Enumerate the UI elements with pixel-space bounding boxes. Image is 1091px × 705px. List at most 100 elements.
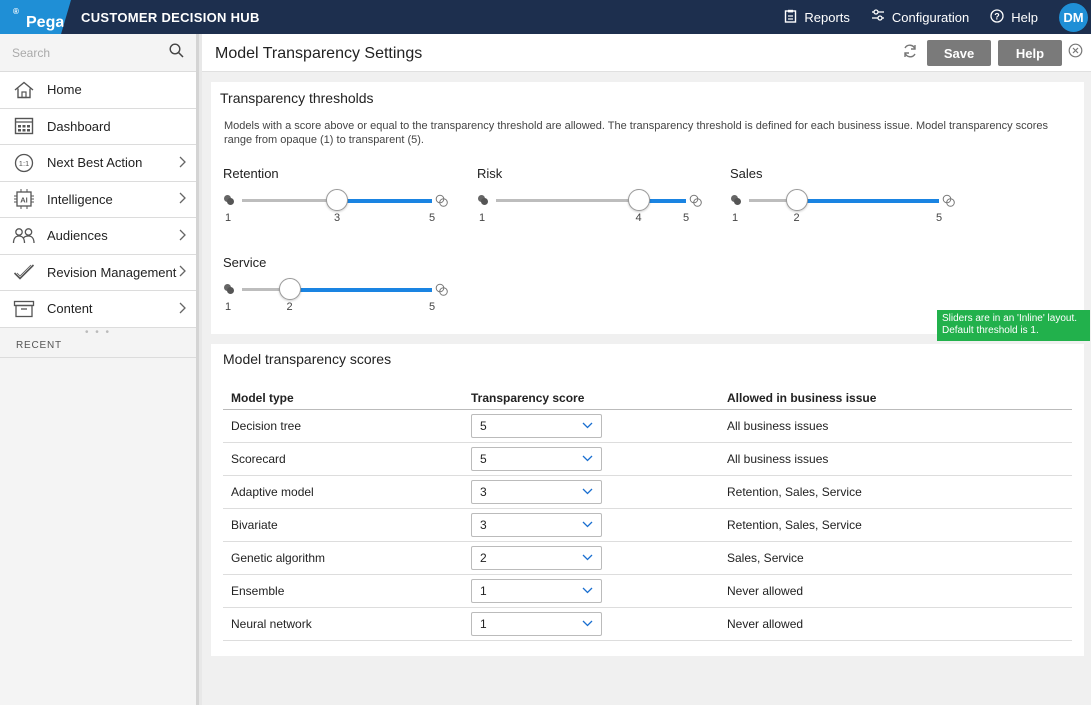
score-dropdown[interactable]: 5 <box>471 446 602 471</box>
nav-reports[interactable]: Reports <box>784 9 850 26</box>
clipboard-icon <box>784 9 797 26</box>
archive-icon <box>12 299 36 319</box>
one-to-one-icon: 1:1 <box>12 153 36 173</box>
score-dropdown-value: 3 <box>480 517 487 532</box>
score-dropdown-value: 2 <box>480 550 487 565</box>
allowed-cell: All business issues <box>719 409 1072 443</box>
search-icon[interactable] <box>169 43 184 62</box>
score-cell: 3 <box>463 508 719 542</box>
slider-retention[interactable]: Retention 1 3 5 <box>223 166 463 226</box>
opaque-icon <box>223 194 235 206</box>
slider-risk[interactable]: Risk 1 4 5 <box>477 166 717 226</box>
svg-text:AI: AI <box>20 196 28 205</box>
slider-sales[interactable]: Sales 1 2 5 <box>730 166 970 226</box>
slider-knob[interactable] <box>785 189 808 211</box>
allowed-cell: Never allowed <box>719 607 1072 641</box>
page-header: Model Transparency Settings Save Help <box>202 34 1091 72</box>
people-icon <box>12 226 36 246</box>
refresh-icon[interactable] <box>902 43 918 64</box>
svg-text:?: ? <box>995 11 1001 21</box>
app-title: CUSTOMER DECISION HUB <box>81 10 260 25</box>
sidebar-item-dashboard[interactable]: Dashboard <box>0 108 196 145</box>
table-row: Neural network 1 Never allowed <box>223 607 1072 641</box>
chevron-right-icon <box>178 301 186 317</box>
chevron-down-icon <box>582 585 593 597</box>
column-header-transparency-score: Transparency score <box>463 387 719 410</box>
score-dropdown-value: 1 <box>480 583 487 598</box>
score-dropdown-value: 3 <box>480 484 487 499</box>
slider-max-label: 5 <box>936 212 943 224</box>
chevron-right-icon <box>178 228 186 244</box>
chevron-down-icon <box>582 618 593 630</box>
sliders-icon <box>871 9 885 25</box>
slider-max-label: 5 <box>429 301 436 313</box>
score-dropdown[interactable]: 1 <box>471 611 602 636</box>
search-input[interactable] <box>12 45 162 60</box>
score-dropdown-value: 5 <box>480 418 487 433</box>
save-button[interactable]: Save <box>927 40 991 66</box>
slider-fill <box>337 199 432 203</box>
sidebar-item-home[interactable]: Home <box>0 72 196 109</box>
model-type-cell: Neural network <box>223 607 463 641</box>
table-row: Scorecard 5 All business issues <box>223 442 1072 476</box>
scores-title: Model transparency scores <box>223 351 392 367</box>
slider-knob[interactable] <box>326 189 348 211</box>
slider-knob[interactable] <box>278 278 301 300</box>
score-dropdown[interactable]: 5 <box>471 413 602 438</box>
score-cell: 2 <box>463 541 719 575</box>
slider-value-label: 2 <box>286 301 293 313</box>
allowed-cell: Sales, Service <box>719 541 1072 575</box>
slider-knob[interactable] <box>627 189 650 211</box>
question-icon: ? <box>990 8 1004 26</box>
recent-section-label: RECENT <box>0 336 196 358</box>
chevron-down-icon <box>582 420 593 432</box>
scores-table: Model type Transparency score Allowed in… <box>223 387 1072 641</box>
chevron-right-icon <box>178 155 186 171</box>
user-avatar[interactable]: DM <box>1059 2 1088 32</box>
transparency-thresholds-section: Transparency thresholds Models with a sc… <box>211 82 1084 334</box>
slider-min-label: 1 <box>479 212 486 224</box>
pega-logo[interactable]: Pega ® <box>0 0 71 34</box>
check-icon <box>12 262 36 282</box>
score-dropdown[interactable]: 3 <box>471 479 602 504</box>
slider-label: Sales <box>730 166 763 181</box>
nav-help[interactable]: ? Help <box>990 8 1038 26</box>
chevron-down-icon <box>582 486 593 498</box>
dashboard-icon <box>12 116 36 136</box>
table-row: Bivariate 3 Retention, Sales, Service <box>223 508 1072 542</box>
score-cell: 1 <box>463 574 719 608</box>
slider-min-label: 1 <box>225 212 232 224</box>
model-type-cell: Adaptive model <box>223 475 463 509</box>
home-icon <box>12 80 36 100</box>
score-dropdown[interactable]: 2 <box>471 545 602 570</box>
slider-service[interactable]: Service 1 2 5 <box>223 255 463 315</box>
allowed-cell: Retention, Sales, Service <box>719 475 1072 509</box>
page-title: Model Transparency Settings <box>215 45 423 62</box>
slider-fill <box>796 199 939 203</box>
thresholds-title: Transparency thresholds <box>220 90 374 106</box>
slider-value-label: 2 <box>793 212 800 224</box>
sidebar-item-content[interactable]: Content <box>0 291 196 328</box>
slider-label: Service <box>223 255 267 270</box>
help-button[interactable]: Help <box>998 40 1062 66</box>
chevron-right-icon <box>178 264 186 280</box>
score-dropdown[interactable]: 3 <box>471 512 602 537</box>
close-icon[interactable] <box>1068 43 1083 62</box>
sidebar-item-intelligence[interactable]: AI Intelligence <box>0 181 196 218</box>
model-type-cell: Genetic algorithm <box>223 541 463 575</box>
sidebar-item-revision-management[interactable]: Revision Management <box>0 254 196 291</box>
chevron-down-icon <box>582 453 593 465</box>
slider-min-label: 1 <box>732 212 739 224</box>
chevron-down-icon <box>582 552 593 564</box>
nav-configuration[interactable]: Configuration <box>871 9 969 25</box>
sidebar-item-next-best-action[interactable]: 1:1 Next Best Action <box>0 145 196 182</box>
slider-value-label: 4 <box>635 212 642 224</box>
model-type-cell: Ensemble <box>223 574 463 608</box>
top-bar: Pega ® CUSTOMER DECISION HUB Reports Conf… <box>0 0 1091 34</box>
slider-max-label: 5 <box>429 212 436 224</box>
table-row: Ensemble 1 Never allowed <box>223 574 1072 608</box>
score-dropdown[interactable]: 1 <box>471 578 602 603</box>
table-row: Genetic algorithm 2 Sales, Service <box>223 541 1072 575</box>
search-bar <box>0 34 196 72</box>
sidebar-item-audiences[interactable]: Audiences <box>0 218 196 255</box>
